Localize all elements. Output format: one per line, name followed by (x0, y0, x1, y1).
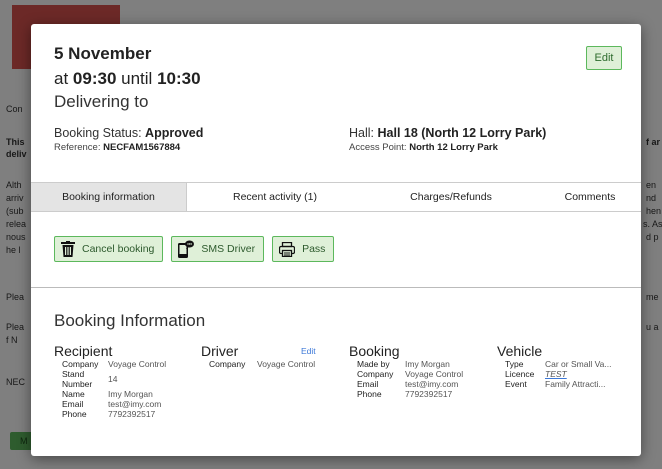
pass-button[interactable]: Pass (272, 236, 335, 262)
booking-status-block: Booking Status: Approved Reference: NECF… (54, 126, 203, 153)
vehicle-section: Vehicle Type Car or Small Va... Licence … (497, 343, 633, 389)
recipient-title: Recipient (54, 343, 113, 359)
tab-comments[interactable]: Comments (539, 183, 641, 211)
recipient-email-row: Email test@imy.com (54, 399, 194, 409)
row-value: Voyage Control (108, 359, 167, 369)
tab-charges-refunds[interactable]: Charges/Refunds (363, 183, 539, 211)
driver-company-row: Company Voyage Control (201, 359, 327, 369)
row-key: Made by (357, 359, 390, 369)
hall: Hall: Hall 18 (North 12 Lorry Park) (349, 126, 546, 140)
booking-section: Booking Made by Imy Morgan Company Voyag… (349, 343, 489, 399)
driver-section: Driver Edit Company Voyage Control (201, 343, 327, 369)
row-key: Event (505, 379, 527, 389)
vehicle-event-row: Event Family Attracti... (497, 379, 633, 389)
status-value: Approved (145, 126, 204, 140)
row-key: Licence (505, 369, 535, 379)
row-value: Car or Small Va... (545, 359, 612, 369)
recipient-phone-row: Phone 7792392517 (54, 409, 194, 419)
row-value: 14 (108, 374, 118, 384)
booking-email-row: Email test@imy.com (349, 379, 489, 389)
hall-block: Hall: Hall 18 (North 12 Lorry Park) Acce… (349, 126, 546, 153)
time-mid: until (121, 69, 153, 88)
recipient-section: Recipient Company Voyage Control Stand N… (54, 343, 194, 419)
vehicle-title: Vehicle (497, 343, 543, 359)
hall-label: Hall: (349, 126, 375, 140)
action-buttons: Cancel booking SMS Driver Pass (54, 236, 335, 262)
row-key: Company (62, 359, 99, 369)
booking-title: Booking (349, 343, 400, 359)
row-value: test@imy.com (108, 399, 162, 409)
trash-icon (61, 241, 75, 257)
row-value: TEST (545, 369, 567, 379)
cancel-booking-button[interactable]: Cancel booking (54, 236, 164, 262)
edit-booking-button[interactable]: Edit (586, 46, 622, 70)
access-point: Access Point: North 12 Lorry Park (349, 142, 546, 153)
row-value: Voyage Control (257, 359, 316, 369)
sms-driver-button[interactable]: SMS Driver (171, 236, 265, 262)
modal-header: 5 November at 09:30 until 10:30 Deliveri… (31, 24, 641, 182)
access-label: Access Point: (349, 142, 407, 153)
sms-driver-label: SMS Driver (201, 243, 256, 255)
delivering-to: Delivering to (54, 92, 149, 111)
row-value: test@imy.com (405, 379, 459, 389)
cancel-booking-label: Cancel booking (82, 243, 155, 255)
row-value: Imy Morgan (405, 359, 450, 369)
section-divider (31, 287, 641, 288)
recipient-name-row: Name Imy Morgan (54, 389, 194, 399)
recipient-stand-row: Stand Number 14 (54, 369, 194, 389)
status-label: Booking Status: (54, 126, 142, 140)
row-key: Name (62, 389, 85, 399)
row-key: Stand Number (62, 369, 93, 389)
access-value: North 12 Lorry Park (409, 142, 498, 153)
edit-driver-link[interactable]: Edit (301, 346, 316, 356)
tab-recent-activity[interactable]: Recent activity (1) (187, 183, 363, 211)
row-value: Imy Morgan (108, 389, 153, 399)
vehicle-type-row: Type Car or Small Va... (497, 359, 633, 369)
tab-booking-information[interactable]: Booking information (31, 183, 187, 211)
row-key: Phone (62, 409, 87, 419)
row-key: Company (209, 359, 246, 369)
vehicle-licence-row: Licence TEST (497, 369, 633, 379)
reference-value: NECFAM1567884 (103, 142, 181, 153)
start-time: 09:30 (72, 69, 117, 88)
printer-icon (279, 241, 296, 257)
end-time: 10:30 (157, 69, 201, 88)
booking-time: at 09:30 until 10:30 (54, 69, 201, 89)
recipient-company-row: Company Voyage Control (54, 359, 194, 369)
booking-phone-row: Phone 7792392517 (349, 389, 489, 399)
booking-made-by-row: Made by Imy Morgan (349, 359, 489, 369)
row-key: Type (505, 359, 524, 369)
row-value: Family Attracti... (545, 379, 606, 389)
booking-status: Booking Status: Approved (54, 126, 203, 140)
booking-modal: 5 November at 09:30 until 10:30 Deliveri… (31, 24, 641, 456)
row-key: Phone (357, 389, 382, 399)
row-key: Company (357, 369, 394, 379)
pass-label: Pass (302, 243, 326, 255)
row-value: Voyage Control (405, 369, 464, 379)
row-key: Email (357, 379, 379, 389)
booking-company-row: Company Voyage Control (349, 369, 489, 379)
tab-bar: Booking information Recent activity (1) … (31, 182, 641, 212)
booking-reference: Reference: NECFAM1567884 (54, 142, 203, 153)
booking-date: 5 November (54, 44, 152, 63)
row-value: 7792392517 (108, 409, 156, 419)
reference-label: Reference: (54, 142, 101, 153)
hall-value: Hall 18 (North 12 Lorry Park) (377, 126, 547, 140)
row-key: Email (62, 399, 84, 409)
mobile-sms-icon (178, 240, 195, 258)
time-prefix: at (54, 69, 69, 88)
booking-information-title: Booking Information (54, 311, 206, 330)
row-value: 7792392517 (405, 389, 453, 399)
